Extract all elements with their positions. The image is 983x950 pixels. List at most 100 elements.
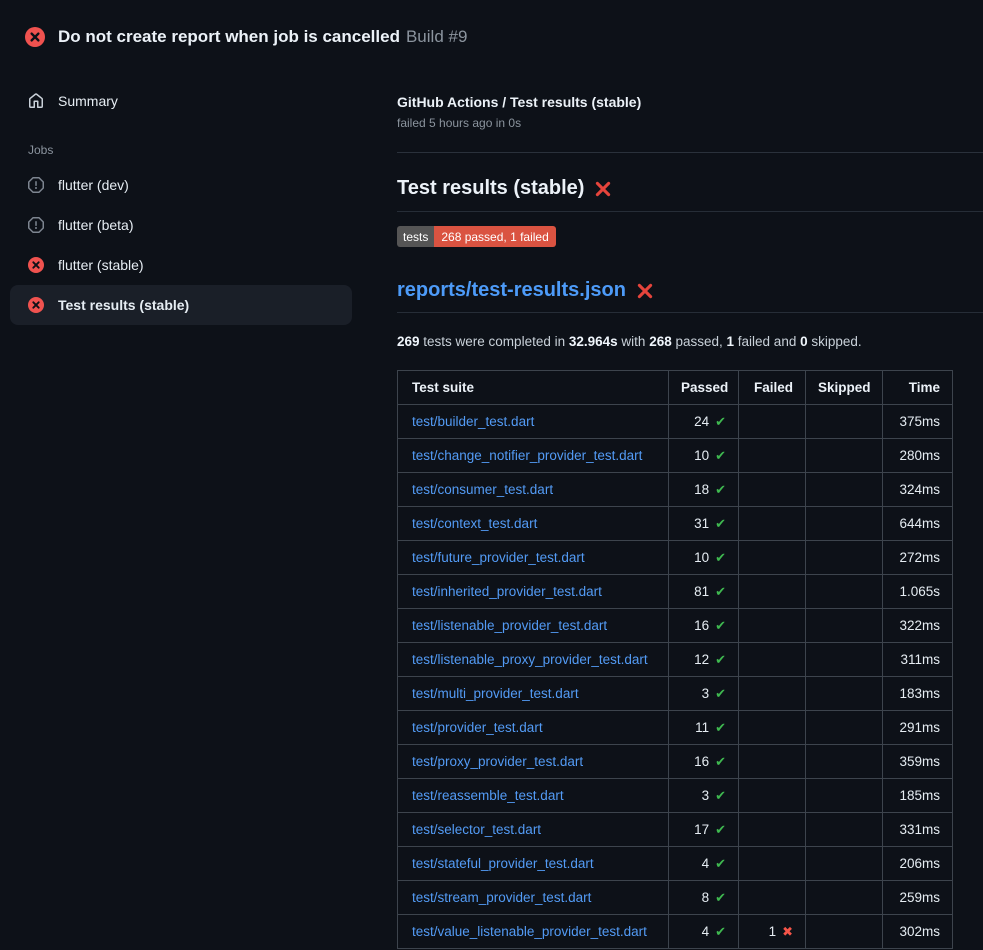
check-icon: ✔ (715, 788, 726, 803)
test-suite-link[interactable]: test/future_provider_test.dart (412, 550, 585, 565)
report-file-link[interactable]: reports/test-results.json (397, 279, 626, 302)
passed-cell: 3✔ (669, 779, 739, 813)
check-icon: ✔ (715, 448, 726, 463)
sidebar-item-summary[interactable]: Summary (10, 85, 397, 117)
failed-cell (739, 405, 806, 439)
sidebar-summary-label: Summary (58, 93, 118, 109)
suite-cell: test/selector_test.dart (398, 813, 669, 847)
test-suite-link[interactable]: test/proxy_provider_test.dart (412, 754, 583, 769)
suite-cell: test/proxy_provider_test.dart (398, 745, 669, 779)
suite-cell: test/listenable_provider_test.dart (398, 609, 669, 643)
time-cell: 324ms (883, 473, 953, 507)
test-suite-link[interactable]: test/change_notifier_provider_test.dart (412, 448, 642, 463)
passed-cell: 16✔ (669, 609, 739, 643)
passed-cell: 10✔ (669, 541, 739, 575)
skipped-cell (806, 473, 883, 507)
check-run-title-text: Test results (stable) (397, 177, 584, 200)
suite-cell: test/listenable_proxy_provider_test.dart (398, 643, 669, 677)
test-suite-link[interactable]: test/selector_test.dart (412, 822, 541, 837)
sidebar-job-item-flutter-stable-[interactable]: flutter (stable) (10, 245, 352, 285)
table-row: test/context_test.dart 31✔ 644ms (398, 507, 953, 541)
check-icon: ✔ (715, 618, 726, 633)
passed-cell: 3✔ (669, 677, 739, 711)
badge-label: tests (397, 226, 434, 247)
passed-cell: 4✔ (669, 847, 739, 881)
time-cell: 359ms (883, 745, 953, 779)
table-row: test/proxy_provider_test.dart 16✔ 359ms (398, 745, 953, 779)
passed-cell: 31✔ (669, 507, 739, 541)
suite-cell: test/future_provider_test.dart (398, 541, 669, 575)
skipped-cell (806, 813, 883, 847)
build-title: Do not create report when job is cancell… (58, 27, 400, 46)
summary-line: 269 tests were completed in 32.964s with… (397, 334, 983, 349)
table-row: test/stateful_provider_test.dart 4✔ 206m… (398, 847, 953, 881)
job-label: flutter (stable) (58, 257, 144, 273)
time-cell: 280ms (883, 439, 953, 473)
col-test-suite: Test suite (398, 371, 669, 405)
table-body: test/builder_test.dart 24✔ 375ms test/ch… (398, 405, 953, 949)
failed-cell (739, 541, 806, 575)
skipped-cell (806, 609, 883, 643)
suite-cell: test/multi_provider_test.dart (398, 677, 669, 711)
check-icon: ✔ (715, 550, 726, 565)
skipped-cell (806, 439, 883, 473)
test-suite-link[interactable]: test/provider_test.dart (412, 720, 543, 735)
time-cell: 185ms (883, 779, 953, 813)
test-suite-link[interactable]: test/stream_provider_test.dart (412, 890, 591, 905)
passed-cell: 81✔ (669, 575, 739, 609)
check-icon: ✔ (715, 686, 726, 701)
job-label: Test results (stable) (58, 297, 189, 313)
time-cell: 375ms (883, 405, 953, 439)
suite-cell: test/context_test.dart (398, 507, 669, 541)
table-row: test/listenable_proxy_provider_test.dart… (398, 643, 953, 677)
failed-cell (739, 677, 806, 711)
test-suite-link[interactable]: test/value_listenable_provider_test.dart (412, 924, 647, 939)
failed-cell (739, 847, 806, 881)
failed-cell (739, 779, 806, 813)
sidebar-job-item-test-results-stable-[interactable]: Test results (stable) (10, 285, 352, 325)
passed-cell: 11✔ (669, 711, 739, 745)
time-cell: 322ms (883, 609, 953, 643)
suite-cell: test/value_listenable_provider_test.dart (398, 915, 669, 949)
passed-cell: 18✔ (669, 473, 739, 507)
skipped-cell (806, 779, 883, 813)
sidebar-job-item-flutter-beta-[interactable]: flutter (beta) (10, 205, 352, 245)
failed-cell (739, 473, 806, 507)
test-suite-link[interactable]: test/multi_provider_test.dart (412, 686, 579, 701)
table-row: test/value_listenable_provider_test.dart… (398, 915, 953, 949)
check-icon: ✔ (715, 516, 726, 531)
test-suite-link[interactable]: test/context_test.dart (412, 516, 537, 531)
build-header: Do not create report when job is cancell… (0, 0, 983, 56)
passed-cell: 17✔ (669, 813, 739, 847)
test-suite-link[interactable]: test/listenable_provider_test.dart (412, 618, 607, 633)
failed-cell (739, 439, 806, 473)
test-suite-link[interactable]: test/listenable_proxy_provider_test.dart (412, 652, 648, 667)
failed-cell (739, 507, 806, 541)
test-suite-link[interactable]: test/builder_test.dart (412, 414, 534, 429)
table-row: test/inherited_provider_test.dart 81✔ 1.… (398, 575, 953, 609)
check-icon: ✔ (715, 822, 726, 837)
skipped-cell (806, 881, 883, 915)
failed-cell (739, 575, 806, 609)
test-suite-link[interactable]: test/stateful_provider_test.dart (412, 856, 594, 871)
divider (397, 152, 983, 153)
badge-value: 268 passed, 1 failed (434, 226, 555, 247)
skipped-cell (806, 677, 883, 711)
app-root: Do not create report when job is cancell… (0, 0, 983, 949)
time-cell: 1.065s (883, 575, 953, 609)
table-row: test/stream_provider_test.dart 8✔ 259ms (398, 881, 953, 915)
test-suite-link[interactable]: test/consumer_test.dart (412, 482, 553, 497)
sidebar-job-item-flutter-dev-[interactable]: flutter (dev) (10, 165, 352, 205)
test-suite-link[interactable]: test/inherited_provider_test.dart (412, 584, 602, 599)
suite-cell: test/stream_provider_test.dart (398, 881, 669, 915)
x-circle-icon (28, 297, 44, 313)
test-suite-link[interactable]: test/reassemble_test.dart (412, 788, 564, 803)
failed-cell (739, 745, 806, 779)
home-icon (28, 93, 44, 109)
suite-cell: test/reassemble_test.dart (398, 779, 669, 813)
skipped-cell (806, 405, 883, 439)
report-heading: reports/test-results.json (397, 279, 983, 313)
jobs-heading: Jobs (28, 143, 397, 157)
check-icon: ✔ (715, 414, 726, 429)
stop-icon (28, 217, 44, 233)
